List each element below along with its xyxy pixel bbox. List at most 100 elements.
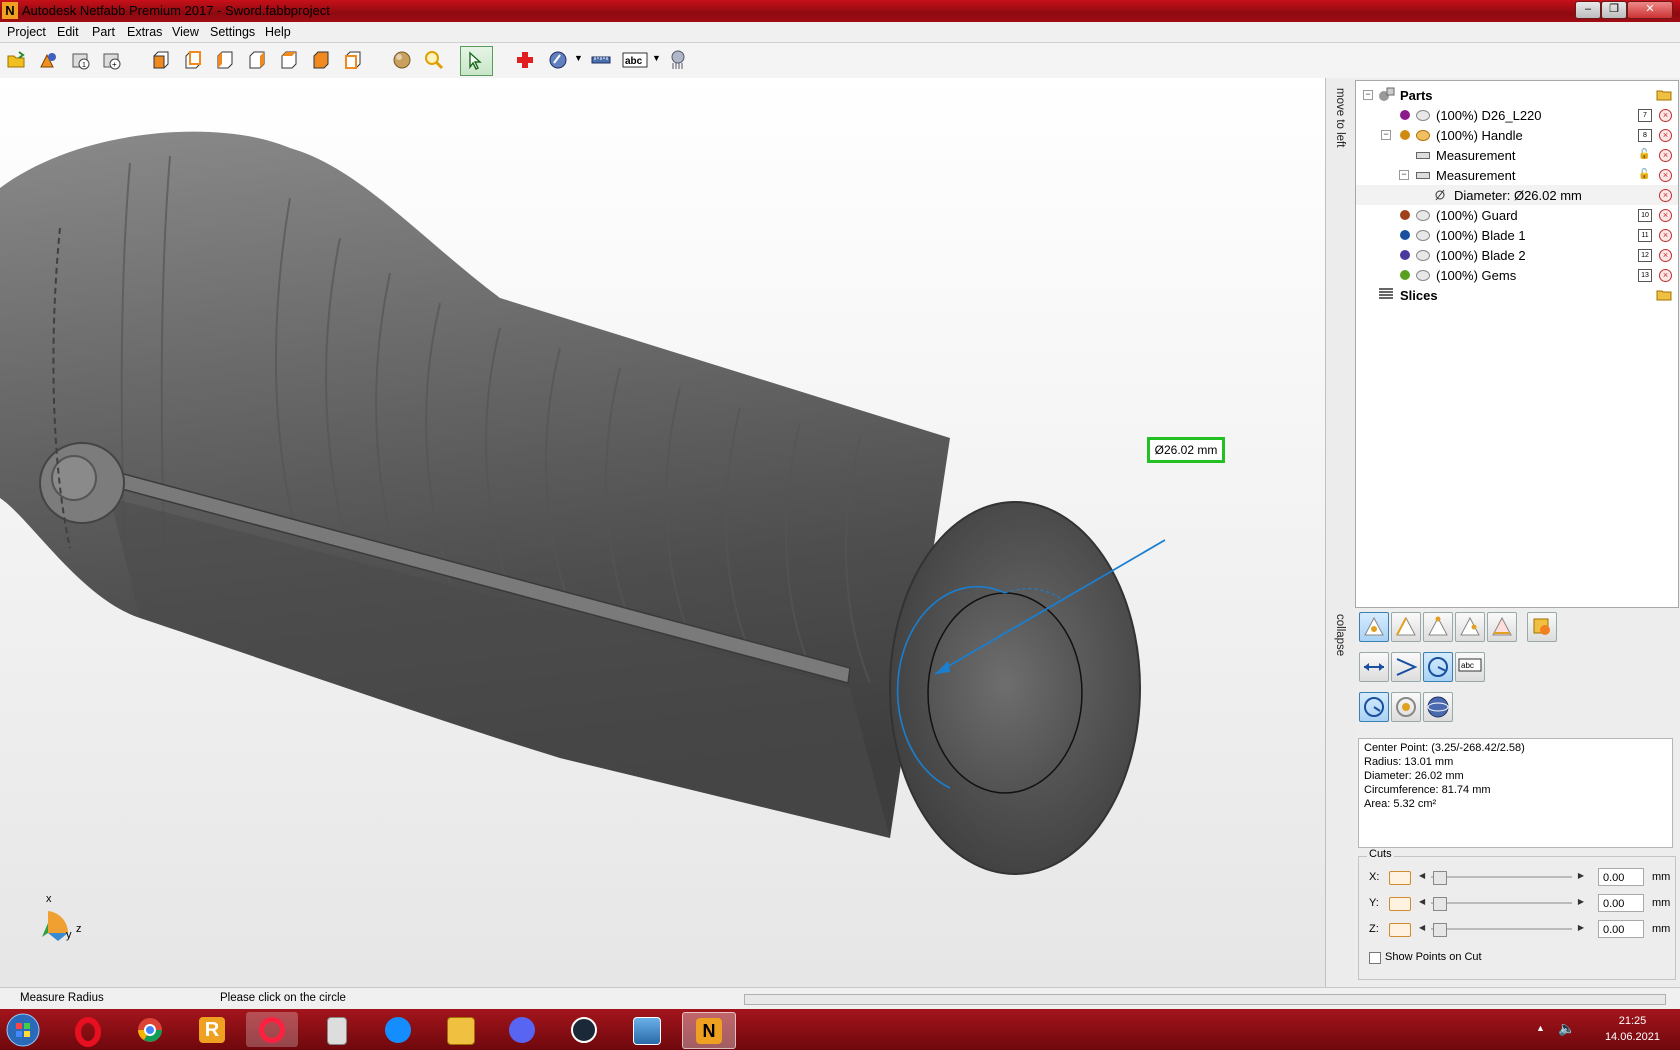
measure-vertex-button[interactable] [1423, 612, 1453, 642]
circle-3pt-button[interactable] [1359, 692, 1389, 722]
remove-icon[interactable]: × [1659, 249, 1672, 262]
radius-button[interactable] [1423, 652, 1453, 682]
tree-parts-root[interactable]: − Parts [1356, 85, 1678, 105]
measure-edge-button[interactable] [1391, 612, 1421, 642]
visibility-eye-icon[interactable] [1416, 270, 1430, 281]
expand-toggle[interactable]: − [1363, 90, 1373, 100]
part-tool-2-icon[interactable]: + [101, 49, 123, 71]
start-button[interactable] [2, 1012, 46, 1047]
view-back-icon[interactable] [182, 49, 204, 71]
slider-thumb[interactable] [1433, 897, 1447, 911]
cut-z-toggle[interactable] [1389, 923, 1411, 937]
view-iso-icon[interactable] [342, 49, 364, 71]
shading-sphere-icon[interactable] [391, 49, 413, 71]
close-button[interactable]: ✕ [1627, 1, 1673, 19]
taskbar-rockstar[interactable]: R [186, 1012, 238, 1047]
remove-icon[interactable]: × [1659, 129, 1672, 142]
measure-tool-icon[interactable] [547, 49, 569, 71]
snap-settings-button[interactable] [1527, 612, 1557, 642]
measure-midpoint-button[interactable] [1455, 612, 1485, 642]
maximize-button[interactable]: ❐ [1601, 1, 1627, 19]
taskbar-discord[interactable] [496, 1012, 548, 1047]
visibility-eye-icon[interactable] [1416, 210, 1430, 221]
select-tool-button[interactable] [460, 46, 493, 76]
remove-icon[interactable]: × [1659, 169, 1672, 182]
tree-item-diameter[interactable]: Diameter: Ø26.02 mm × [1356, 185, 1678, 205]
text-dropdown-arrow-icon[interactable]: ▼ [652, 53, 661, 63]
slider-right-arrow-icon[interactable]: ▶ [1578, 923, 1584, 932]
open-folder-icon[interactable] [1656, 88, 1672, 101]
open-project-icon[interactable] [5, 49, 27, 71]
taskbar-netfabb[interactable]: N [682, 1012, 736, 1049]
tray-arrow-icon[interactable]: ▲ [1536, 1023, 1545, 1033]
repair-cross-icon[interactable] [514, 49, 536, 71]
handle-model[interactable] [0, 78, 1325, 987]
label-button[interactable]: abc [1455, 652, 1485, 682]
menu-extras[interactable]: Extras [127, 25, 162, 39]
taskbar-explorer[interactable] [434, 1012, 486, 1047]
view-top-icon[interactable] [278, 49, 300, 71]
taskbar-chrome[interactable] [124, 1012, 176, 1047]
measure-surface-button[interactable] [1487, 612, 1517, 642]
taskbar-opera[interactable] [62, 1012, 114, 1047]
expand-toggle[interactable]: − [1381, 130, 1391, 140]
slider-left-arrow-icon[interactable]: ◀ [1419, 871, 1425, 880]
add-part-icon[interactable] [37, 49, 59, 71]
tree-item-blade-2[interactable]: (100%) Blade 2 12 × [1356, 245, 1678, 265]
cut-z-slider[interactable]: ◀ ▶ [1419, 923, 1584, 937]
cut-y-toggle[interactable] [1389, 897, 1411, 911]
menu-view[interactable]: View [172, 25, 199, 39]
cut-x-value[interactable]: 0.00 [1598, 868, 1644, 886]
slider-thumb[interactable] [1433, 923, 1447, 937]
support-tool-icon[interactable] [667, 49, 689, 71]
angle-button[interactable] [1391, 652, 1421, 682]
slider-right-arrow-icon[interactable]: ▶ [1578, 897, 1584, 906]
sphere-fit-button[interactable] [1423, 692, 1453, 722]
open-folder-icon[interactable] [1656, 288, 1672, 301]
remove-icon[interactable]: × [1659, 149, 1672, 162]
view-front-icon[interactable] [150, 49, 172, 71]
remove-icon[interactable]: × [1659, 209, 1672, 222]
ruler-icon[interactable] [590, 49, 612, 71]
text-label-icon[interactable]: abc [622, 49, 648, 71]
visibility-eye-icon[interactable] [1416, 250, 1430, 261]
clock[interactable]: 21:25 14.06.2021 [1605, 1013, 1660, 1045]
cut-z-value[interactable]: 0.00 [1598, 920, 1644, 938]
distance-button[interactable] [1359, 652, 1389, 682]
slider-left-arrow-icon[interactable]: ◀ [1419, 923, 1425, 932]
part-tool-1-icon[interactable]: 1 [70, 49, 92, 71]
taskbar-photos[interactable] [620, 1012, 672, 1047]
remove-icon[interactable]: × [1659, 269, 1672, 282]
tree-item-handle[interactable]: − (100%) Handle 8 × [1356, 125, 1678, 145]
slider-right-arrow-icon[interactable]: ▶ [1578, 871, 1584, 880]
3d-viewport[interactable]: Ø26.02 mm x y z [0, 78, 1325, 987]
tree-item-measurement-1[interactable]: Measurement 🔓 × [1356, 145, 1678, 165]
tree-item-guard[interactable]: (100%) Guard 10 × [1356, 205, 1678, 225]
measure-point-button[interactable] [1359, 612, 1389, 642]
remove-icon[interactable]: × [1659, 229, 1672, 242]
slider-left-arrow-icon[interactable]: ◀ [1419, 897, 1425, 906]
remove-icon[interactable]: × [1659, 189, 1672, 202]
visibility-eye-icon[interactable] [1416, 110, 1430, 121]
show-points-checkbox[interactable] [1369, 952, 1381, 964]
volume-icon[interactable]: 🔈 [1558, 1020, 1575, 1037]
visibility-eye-icon[interactable] [1416, 130, 1430, 141]
taskbar-opera-gx[interactable] [246, 1012, 298, 1047]
cut-x-slider[interactable]: ◀ ▶ [1419, 871, 1584, 885]
taskbar-steam[interactable] [558, 1012, 610, 1047]
remove-icon[interactable]: × [1659, 109, 1672, 122]
menu-part[interactable]: Part [92, 25, 115, 39]
view-left-icon[interactable] [214, 49, 236, 71]
tree-slices-root[interactable]: Slices [1356, 285, 1678, 305]
tree-item-blade-1[interactable]: (100%) Blade 1 11 × [1356, 225, 1678, 245]
menu-help[interactable]: Help [265, 25, 291, 39]
measurement-label[interactable]: Ø26.02 mm [1147, 437, 1225, 463]
circle-fit-button[interactable] [1391, 692, 1421, 722]
cut-y-slider[interactable]: ◀ ▶ [1419, 897, 1584, 911]
collapse-button[interactable]: collapse [1334, 614, 1346, 656]
cut-y-value[interactable]: 0.00 [1598, 894, 1644, 912]
slider-thumb[interactable] [1433, 871, 1447, 885]
move-to-left-button[interactable]: move to left [1334, 88, 1346, 147]
cut-x-toggle[interactable] [1389, 871, 1411, 885]
tree-item-measurement-2[interactable]: − Measurement 🔓 × [1356, 165, 1678, 185]
